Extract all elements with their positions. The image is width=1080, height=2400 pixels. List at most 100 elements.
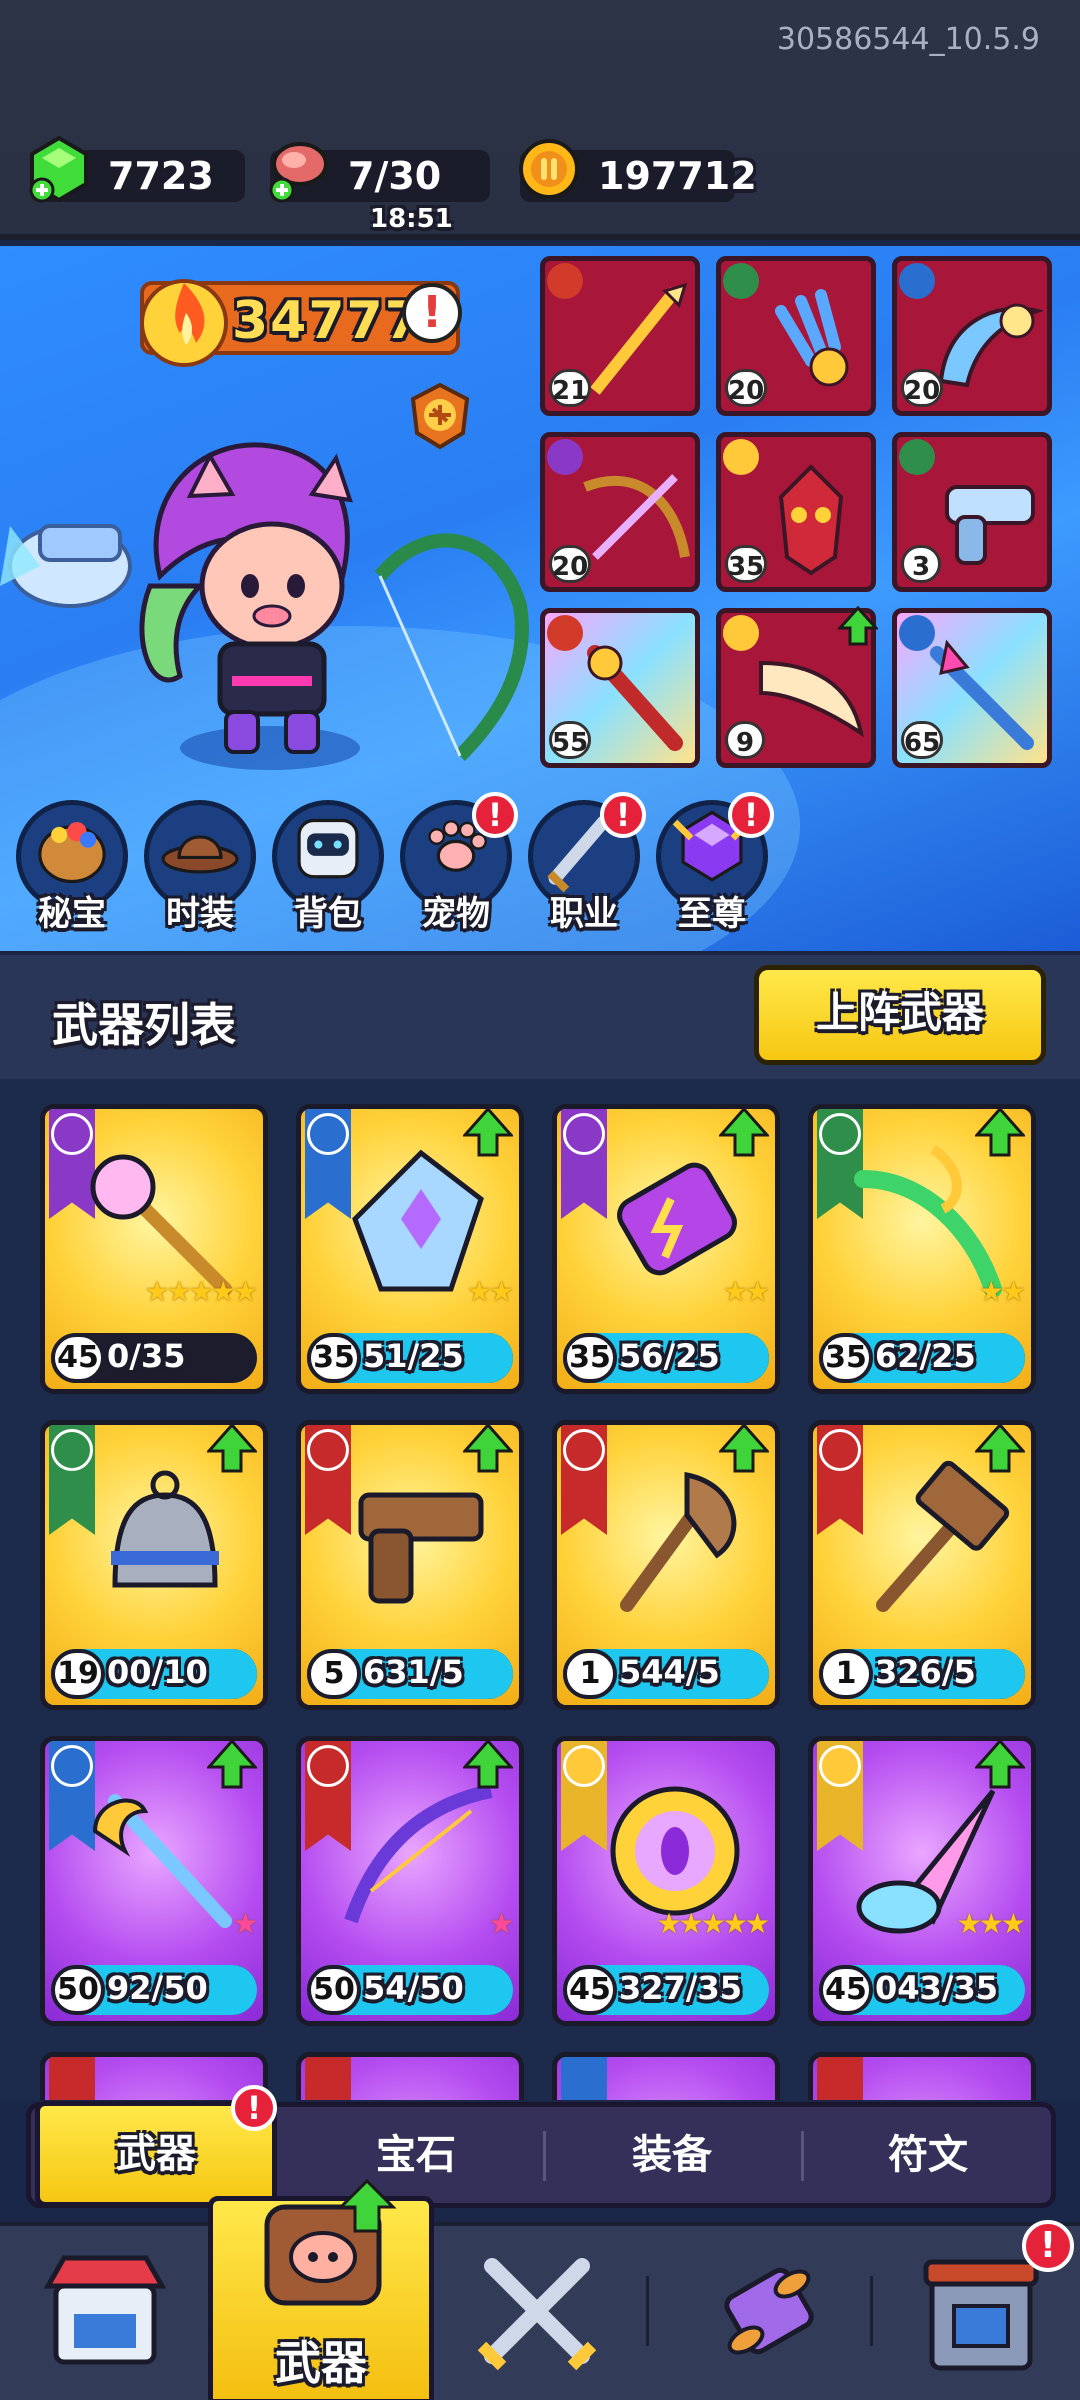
upgrade-arrow-icon bbox=[207, 1425, 257, 1473]
weapon-card[interactable]: ★★ 35 56/25 bbox=[552, 1104, 780, 1394]
notification-badge: ! bbox=[728, 792, 774, 838]
top-resource-bar: 30586544_10.5.9 7723 7/30 18:51 197712 bbox=[0, 0, 1080, 240]
horn-icon bbox=[759, 660, 864, 738]
weapon-card[interactable]: 1 544/5 bbox=[552, 1420, 780, 1710]
equipped-slot[interactable]: 35 bbox=[716, 432, 876, 592]
energy-counter[interactable]: 7/30 bbox=[269, 142, 490, 203]
hero-character[interactable] bbox=[0, 376, 560, 836]
quick-menu-pet[interactable]: 宠物 ! bbox=[400, 792, 518, 934]
quick-menu-supreme[interactable]: 至尊 ! bbox=[656, 792, 774, 934]
weapon-level: 50 bbox=[51, 1965, 105, 2015]
shard-progress-bar: 45 327/35 bbox=[563, 1965, 769, 2015]
axe-icon bbox=[620, 1471, 737, 1612]
gem-counter[interactable]: 7723 bbox=[29, 135, 245, 203]
notification-badge: ! bbox=[231, 2085, 277, 2131]
quick-menu-backpack[interactable]: 背包 bbox=[272, 800, 384, 934]
hammer-icon bbox=[876, 1460, 1010, 1612]
deploy-weapons-button[interactable]: 上阵武器 bbox=[754, 965, 1046, 1065]
upgrade-arrow-icon bbox=[719, 1109, 769, 1157]
quick-menu-label: 背包 bbox=[294, 894, 362, 934]
demon-mask-icon bbox=[778, 464, 844, 576]
dark-bow-icon bbox=[344, 1784, 493, 1924]
upgrade-arrow-icon bbox=[975, 1109, 1025, 1157]
power-value: 34777 bbox=[232, 291, 423, 351]
weapon-card-partial[interactable] bbox=[552, 2052, 780, 2100]
weapon-card[interactable]: ★★★★★ 45 0/35 bbox=[40, 1104, 268, 1394]
shop-icon bbox=[43, 2255, 167, 2365]
weapon-level: 50 bbox=[307, 1965, 361, 2015]
equipped-slot[interactable]: 65 bbox=[892, 608, 1052, 768]
weapon-level: 35 bbox=[563, 1333, 617, 1383]
nav-shop[interactable] bbox=[30, 2236, 180, 2386]
weapon-card-partial[interactable] bbox=[808, 2052, 1036, 2100]
weapon-card[interactable]: ★★★ 45 043/35 bbox=[808, 1736, 1036, 2026]
coin-counter[interactable]: 197712 bbox=[519, 139, 757, 202]
crossed-swords-icon bbox=[477, 2258, 597, 2371]
weapon-card[interactable]: ★ 50 92/50 bbox=[40, 1736, 268, 2026]
weapon-card-partial[interactable] bbox=[296, 2052, 524, 2100]
inventory-tabs: 武器 ! 宝石 装备 符文 bbox=[26, 2085, 1056, 2208]
weapon-card[interactable]: 5 631/5 bbox=[296, 1420, 524, 1710]
gem-icon bbox=[29, 135, 88, 203]
shard-progress-bar: 45 043/35 bbox=[819, 1965, 1025, 2015]
shard-progress-bar: 35 51/25 bbox=[307, 1333, 513, 1383]
weapon-card[interactable]: ★ 50 54/50 bbox=[296, 1736, 524, 2026]
pistol-icon bbox=[945, 485, 1035, 565]
equipped-slot[interactable]: 20 bbox=[892, 256, 1052, 416]
upgrade-arrow-icon bbox=[975, 1425, 1025, 1473]
weapon-card[interactable]: 19 00/10 bbox=[40, 1420, 268, 1710]
shard-progress-text: 0/35 bbox=[107, 1337, 186, 1375]
star-rating: ★★★★★ bbox=[656, 1907, 770, 1940]
nav-battle[interactable] bbox=[462, 2236, 612, 2386]
upgrade-arrow-icon bbox=[975, 1741, 1025, 1789]
equipped-slot[interactable]: 3 bbox=[892, 432, 1052, 592]
star-rating: ★ bbox=[232, 1907, 258, 1940]
equipped-slot[interactable]: 55 bbox=[540, 608, 700, 768]
shard-progress-bar: 50 54/50 bbox=[307, 1965, 513, 2015]
shard-progress-bar: 1 326/5 bbox=[819, 1649, 1025, 1699]
robot-backpack-icon bbox=[297, 818, 359, 879]
weapon-level: 45 bbox=[563, 1965, 617, 2015]
nav-scroll[interactable] bbox=[694, 2236, 844, 2386]
weapon-level: 1 bbox=[819, 1649, 873, 1699]
treasure-pot-icon bbox=[38, 822, 106, 884]
weapon-card[interactable]: ★★★★★ 45 327/35 bbox=[552, 1736, 780, 2026]
shard-progress-bar: 50 92/50 bbox=[51, 1965, 257, 2015]
weapon-card[interactable]: ★★ 35 51/25 bbox=[296, 1104, 524, 1394]
coin-amount: 197712 bbox=[598, 154, 757, 198]
weapon-level: 35 bbox=[819, 1333, 873, 1383]
energy-amount: 7/30 bbox=[348, 154, 442, 198]
weapon-card[interactable]: 1 326/5 bbox=[808, 1420, 1036, 1710]
build-version: 30586544_10.5.9 bbox=[776, 22, 1040, 57]
tab-equipment[interactable]: 装备 bbox=[547, 2107, 797, 2203]
shard-progress-text: 327/35 bbox=[619, 1969, 743, 2007]
bell-icon bbox=[111, 1470, 219, 1588]
quick-menu-class[interactable]: 职业 ! bbox=[528, 792, 646, 934]
quick-menu-treasure[interactable]: 秘宝 bbox=[16, 800, 128, 934]
tab-runes[interactable]: 符文 bbox=[805, 2107, 1051, 2203]
hat-icon bbox=[161, 835, 239, 874]
weapon-bag-icon bbox=[264, 2178, 397, 2306]
quick-menu-label: 至尊 bbox=[678, 894, 746, 934]
notification-badge: ! bbox=[1022, 2220, 1074, 2272]
power-info-button[interactable]: ! bbox=[402, 283, 462, 343]
equipped-slot[interactable]: 20 bbox=[716, 256, 876, 416]
crescent-blade-icon bbox=[938, 303, 1045, 388]
upgrade-arrow-icon bbox=[463, 1425, 513, 1473]
shard-progress-text: 56/25 bbox=[619, 1337, 720, 1375]
quick-menu-costume[interactable]: 时装 bbox=[144, 800, 256, 934]
totem-staff-icon bbox=[587, 645, 683, 751]
weapon-card-partial[interactable] bbox=[40, 2052, 268, 2100]
shard-progress-text: 54/50 bbox=[363, 1969, 464, 2007]
upgrade-arrow-icon bbox=[719, 1425, 769, 1473]
equipped-slot[interactable]: 20 bbox=[540, 432, 700, 592]
bottom-navigation: 武器 ! bbox=[0, 2178, 1080, 2400]
golden-spear-icon bbox=[590, 282, 688, 395]
nav-weapons[interactable]: 武器 bbox=[208, 2178, 434, 2400]
equipped-slot[interactable]: 21 bbox=[540, 256, 700, 416]
fire-icon bbox=[140, 279, 228, 367]
quick-menu-label: 宠物 bbox=[422, 894, 490, 934]
weapon-level: 19 bbox=[51, 1649, 105, 1699]
shard-progress-text: 62/25 bbox=[875, 1337, 976, 1375]
weapon-card[interactable]: ★★ 35 62/25 bbox=[808, 1104, 1036, 1394]
